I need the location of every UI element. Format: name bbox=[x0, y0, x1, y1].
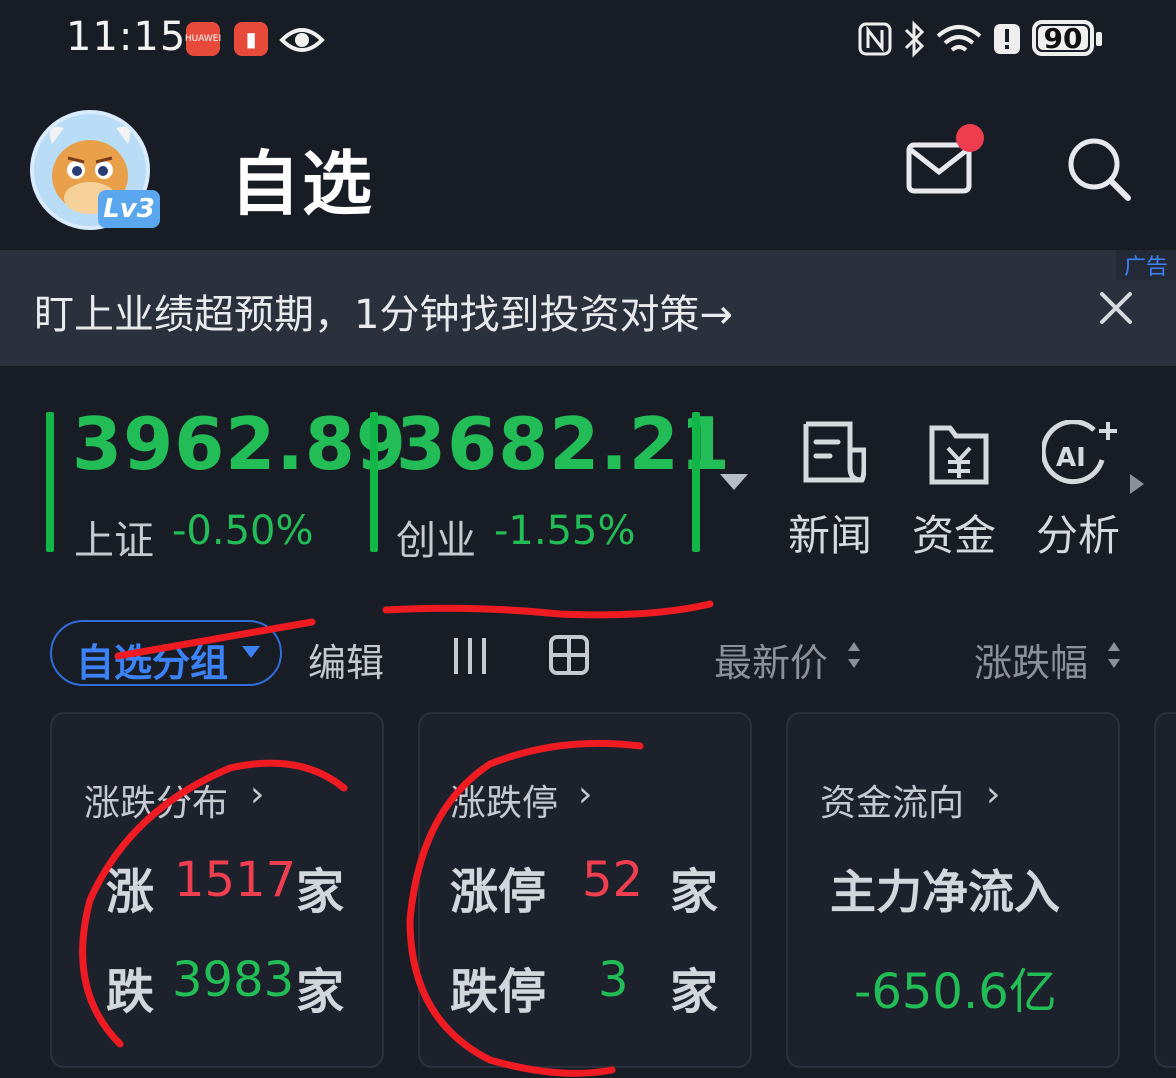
chevron-right-icon[interactable] bbox=[1128, 472, 1146, 496]
up-label: 涨 bbox=[106, 864, 155, 920]
chevron-right-icon: › bbox=[578, 774, 593, 815]
nfc-icon bbox=[858, 22, 892, 56]
index-change[interactable]: -1.55% bbox=[494, 508, 636, 554]
up-unit: 家 bbox=[296, 864, 345, 920]
limit-down-unit: 家 bbox=[670, 964, 719, 1020]
edit-button[interactable]: 编辑 bbox=[308, 632, 384, 687]
status-time: 11:15 bbox=[66, 14, 187, 60]
card-title[interactable]: 涨跌停 bbox=[450, 774, 558, 826]
index-bar bbox=[46, 412, 54, 552]
index-bar bbox=[370, 412, 378, 552]
ai-analysis-icon[interactable]: AI bbox=[1042, 420, 1118, 486]
mail-unread-dot bbox=[956, 124, 984, 152]
limit-up-count: 52 bbox=[582, 852, 644, 908]
sort-change-pct[interactable]: 涨跌幅 bbox=[974, 632, 1088, 687]
ad-text[interactable]: 盯上业绩超预期，1分钟找到投资对策→ bbox=[34, 282, 733, 340]
close-icon[interactable] bbox=[1098, 290, 1134, 326]
caret-down-icon bbox=[242, 646, 260, 658]
index-name[interactable]: 创业 bbox=[396, 508, 476, 566]
svg-text:AI: AI bbox=[1056, 443, 1086, 473]
card-title[interactable]: 资金流向 bbox=[820, 774, 964, 826]
down-unit: 家 bbox=[296, 964, 345, 1020]
tool-label-money[interactable]: 资金 bbox=[912, 502, 996, 563]
index-dropdown-icon[interactable] bbox=[718, 470, 750, 494]
next-card[interactable] bbox=[1154, 712, 1176, 1068]
chevron-right-icon: › bbox=[250, 774, 265, 815]
down-count: 3983 bbox=[172, 952, 295, 1008]
limit-down-label: 跌停 bbox=[450, 964, 547, 1020]
notification-app-icon: ▮ bbox=[234, 22, 268, 56]
card-title[interactable]: 涨跌分布 bbox=[84, 774, 228, 826]
tool-label-analysis[interactable]: 分析 bbox=[1036, 502, 1120, 563]
limit-up-unit: 家 bbox=[670, 864, 719, 920]
page-title: 自选 bbox=[230, 143, 374, 225]
flow-value: -650.6亿 bbox=[854, 964, 1057, 1020]
index-value[interactable]: 3962.89 bbox=[72, 402, 407, 486]
limit-up-label: 涨停 bbox=[450, 864, 547, 920]
group-label[interactable]: 自选分组 bbox=[76, 632, 228, 687]
down-label: 跌 bbox=[106, 964, 155, 1020]
index-name[interactable]: 上证 bbox=[74, 508, 154, 566]
battery-level: 90 bbox=[1043, 21, 1083, 55]
sort-latest-price[interactable]: 最新价 bbox=[714, 632, 828, 687]
column-view-icon[interactable] bbox=[450, 636, 490, 676]
battery-icon: 90 bbox=[1032, 20, 1094, 56]
up-count: 1517 bbox=[174, 852, 297, 908]
tool-label-news[interactable]: 新闻 bbox=[788, 502, 872, 563]
money-icon[interactable] bbox=[926, 420, 992, 486]
alert-icon bbox=[994, 24, 1020, 54]
index-bar bbox=[692, 412, 700, 552]
bluetooth-icon bbox=[904, 20, 925, 58]
annotation-underline bbox=[382, 600, 714, 619]
grid-view-icon[interactable] bbox=[548, 634, 590, 676]
battery-tip bbox=[1096, 32, 1102, 46]
level-badge: Lv3 bbox=[98, 190, 160, 228]
eye-icon bbox=[279, 28, 325, 52]
sort-icon bbox=[1108, 642, 1120, 668]
huawei-app-icon: HUAWEI bbox=[185, 22, 221, 56]
index-value[interactable]: 3682.21 bbox=[396, 402, 731, 486]
flow-label: 主力净流入 bbox=[830, 865, 1060, 919]
limit-down-count: 3 bbox=[598, 952, 629, 1008]
search-icon[interactable] bbox=[1066, 136, 1132, 202]
index-change[interactable]: -0.50% bbox=[172, 508, 314, 554]
ad-tag: 广告 bbox=[1116, 250, 1176, 280]
news-icon[interactable] bbox=[800, 420, 866, 486]
wifi-icon bbox=[936, 25, 982, 52]
chevron-right-icon: › bbox=[986, 774, 1001, 815]
sort-icon bbox=[848, 642, 860, 668]
